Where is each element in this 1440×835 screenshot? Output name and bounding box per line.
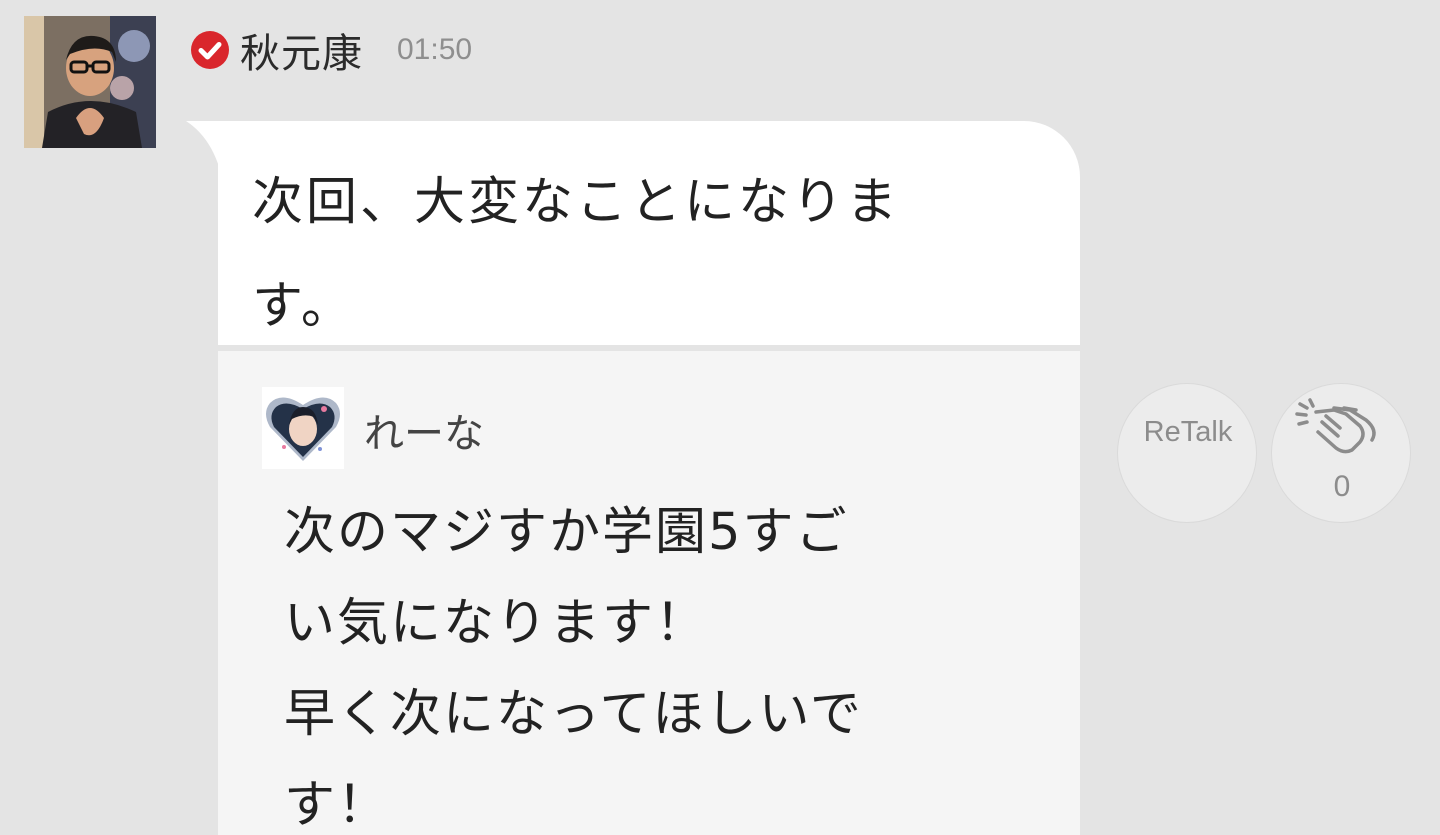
quoted-comment-text: 次のマジすか学園5すご い気になります！ 早く次になってほしいで す！: [284, 487, 1004, 835]
post-header: 秋元康 01:50: [190, 21, 473, 79]
message-line: 次回、大変なことになりま: [252, 173, 901, 232]
clap-button[interactable]: 0: [1271, 383, 1411, 523]
quote-line: 早く次になってほしいで: [284, 685, 863, 744]
clap-icon: [1295, 398, 1376, 454]
message-text: 次回、大変なことになりま す。: [252, 151, 1052, 359]
quoted-comment[interactable]: れーな 次のマジすか学園5すご い気になります！ 早く次になってほしいで す！: [218, 345, 1080, 835]
quote-line: 次のマジすか学園5すご: [284, 503, 849, 562]
author-name[interactable]: 秋元康: [240, 21, 363, 79]
message-line: す。: [252, 277, 355, 336]
retalk-label: ReTalk: [1143, 416, 1233, 448]
quoted-user-avatar[interactable]: [262, 387, 344, 469]
retalk-button[interactable]: ReTalk: [1117, 383, 1257, 523]
author-photo: [24, 16, 156, 148]
message-bubble: 次回、大変なことになりま す。 れーな 次のマジすか学園5すご い気になります！…: [218, 121, 1080, 835]
check-badge-icon: [191, 31, 229, 69]
author-avatar[interactable]: [24, 16, 156, 148]
quoted-user-photo: [262, 387, 344, 469]
quoted-user-name[interactable]: れーな: [364, 401, 484, 459]
clap-count: 0: [1333, 470, 1351, 503]
quote-line: い気になります！: [284, 594, 709, 653]
quote-line: す！: [284, 776, 391, 835]
post-timestamp: 01:50: [397, 33, 473, 66]
